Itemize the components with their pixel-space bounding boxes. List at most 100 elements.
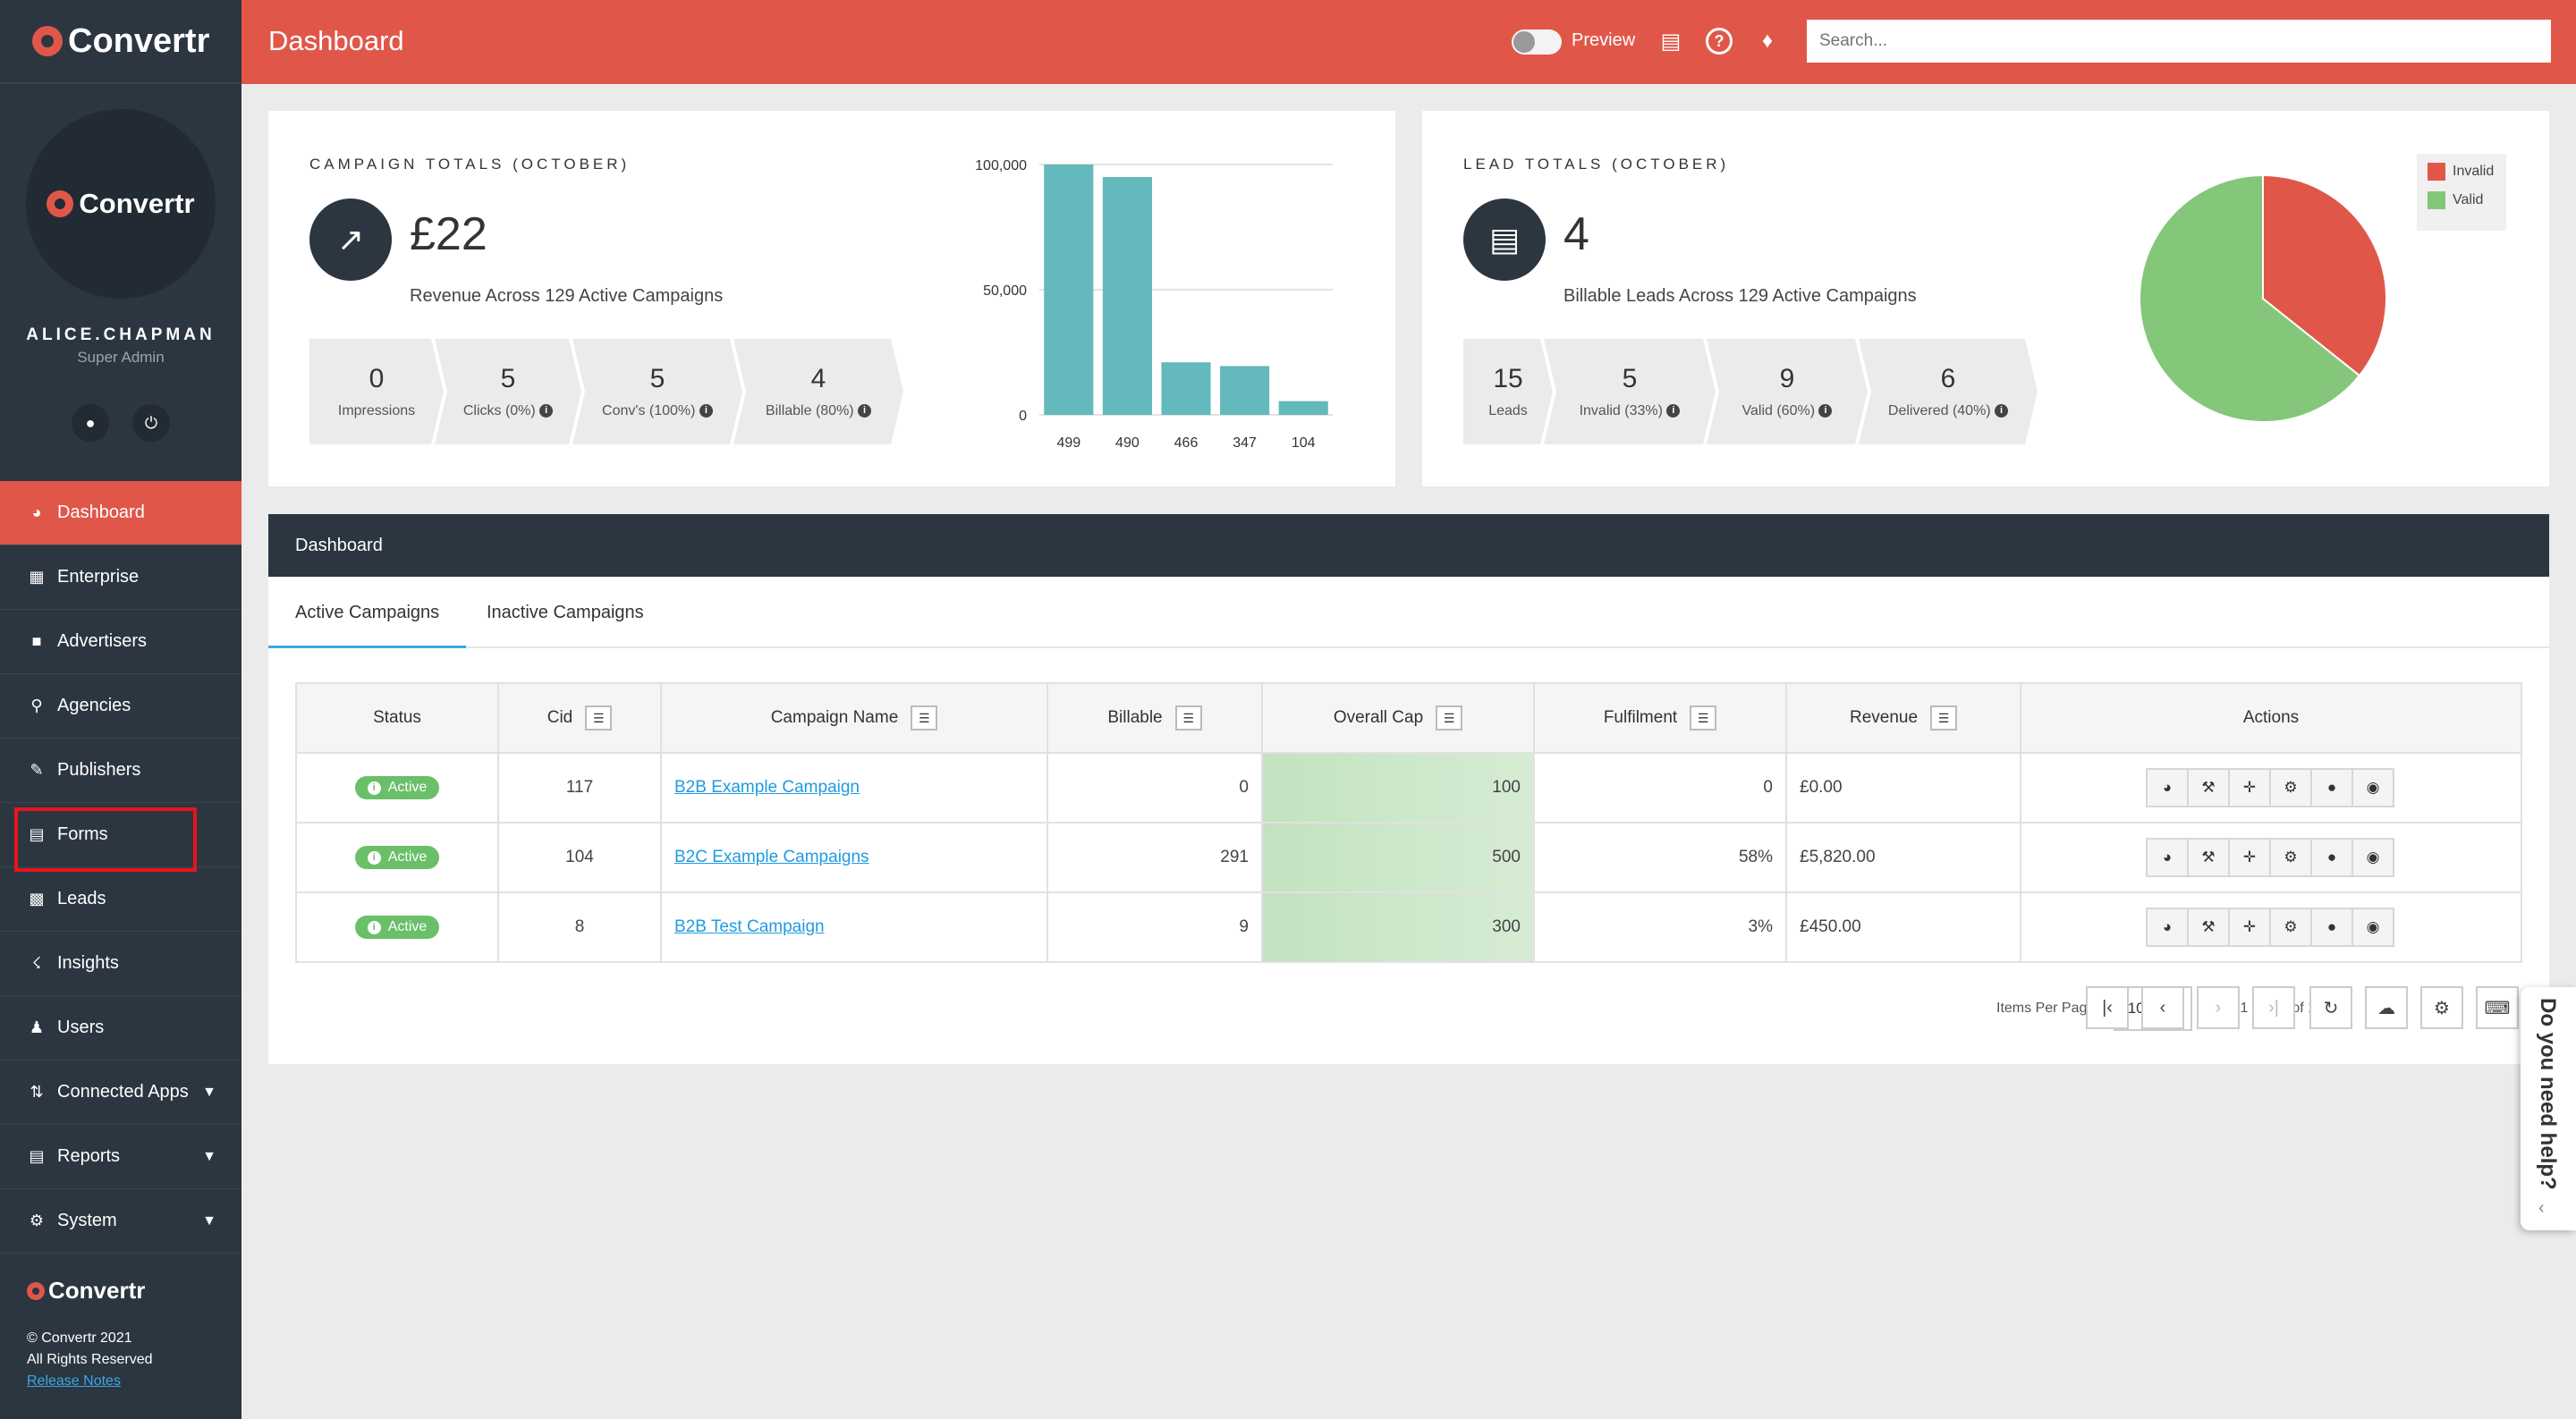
tab-inactive-campaigns[interactable]: Inactive Campaigns <box>460 577 671 648</box>
status-badge: i Active <box>354 846 440 870</box>
campaign-link[interactable]: B2C Example Campaigns <box>674 848 869 866</box>
brand-logo[interactable]: Convertr <box>0 0 242 84</box>
bar[interactable] <box>1044 165 1094 415</box>
sidebar-item-publishers[interactable]: ✎ Publishers <box>0 739 242 803</box>
actions-cell: ◕ ⚒ ✛ ⚙ ● ◉ <box>2020 891 2522 963</box>
filter-icon[interactable]: ☰ <box>1174 705 1202 731</box>
insights-icon: ☇ <box>31 954 42 972</box>
user-role: Super Admin <box>77 349 165 366</box>
tab-active-campaigns[interactable]: Active Campaigns <box>268 577 467 648</box>
filter-icon[interactable]: ☰ <box>1690 705 1717 731</box>
sidebar-item-insights[interactable]: ☇ Insights <box>0 932 242 996</box>
gear-action-button[interactable]: ⚙ <box>2269 908 2312 947</box>
eye-icon: ◉ <box>2366 918 2380 935</box>
bar[interactable] <box>1278 401 1328 415</box>
gear-action-button[interactable]: ⚙ <box>2269 768 2312 807</box>
filter-icon[interactable]: ☰ <box>911 705 938 731</box>
status-cell: i Active <box>295 822 499 893</box>
help-widget[interactable]: Do you need help? ‹ <box>2521 987 2576 1230</box>
campaign-totals-title: CAMPAIGN TOTALS (OCTOBER) <box>309 156 631 173</box>
info-icon[interactable]: i <box>1995 404 2008 418</box>
dashboard-action-button[interactable]: ◕ <box>2146 908 2189 947</box>
user-icon: ● <box>85 413 96 432</box>
info-icon[interactable]: i <box>1666 404 1680 418</box>
info-icon[interactable]: i <box>699 404 713 418</box>
download-button[interactable]: ☁ <box>2365 986 2408 1029</box>
sidebar-item-enterprise[interactable]: ▦ Enterprise <box>0 545 242 610</box>
sidebar-item-connected-apps[interactable]: ⇅ Connected Apps ▼ <box>0 1060 242 1125</box>
refresh-button[interactable]: ↻ <box>2309 986 2352 1029</box>
user-action-button[interactable]: ● <box>2310 908 2353 947</box>
sidebar-item-agencies[interactable]: ⚲ Agencies <box>0 674 242 739</box>
cid-cell: 104 <box>497 822 662 893</box>
document-icon[interactable]: ▤ <box>1657 27 1685 55</box>
last-page-button[interactable]: ›| <box>2252 986 2295 1029</box>
sidebar-item-users[interactable]: ♟ Users <box>0 996 242 1060</box>
preview-toggle[interactable] <box>1512 30 1562 55</box>
wrench-icon: ⚒ <box>2201 849 2216 866</box>
help-button[interactable]: ? <box>1705 27 1733 55</box>
bar[interactable] <box>1220 366 1270 415</box>
first-page-button[interactable]: |‹ <box>2086 986 2129 1029</box>
prev-page-button[interactable]: ‹ <box>2141 986 2184 1029</box>
wrench-action-button[interactable]: ⚒ <box>2187 908 2230 947</box>
info-icon[interactable]: i <box>1818 404 1832 418</box>
campaign-link[interactable]: B2B Example Campaign <box>674 778 860 797</box>
dashboard-action-button[interactable]: ◕ <box>2146 768 2189 807</box>
filter-icon[interactable]: ☰ <box>585 705 613 731</box>
billable-cell: 291 <box>1046 822 1263 893</box>
logout-button[interactable]: ⏻ <box>132 404 170 442</box>
bar[interactable] <box>1161 362 1211 415</box>
lead-stats: 15 Leads 5 Invalid (33%) i 9 Valid (60%) i … <box>1463 339 2029 444</box>
settings-button[interactable]: ⚙ <box>2420 986 2463 1029</box>
gear-action-button[interactable]: ⚙ <box>2269 838 2312 877</box>
filter-icon[interactable]: ☰ <box>1436 705 1463 731</box>
next-page-button[interactable]: › <box>2197 986 2240 1029</box>
chevron-down-icon: ▼ <box>202 1212 216 1229</box>
bell-icon[interactable]: ♦ <box>1753 27 1782 55</box>
filter-icon[interactable]: ☰ <box>1930 705 1958 731</box>
user-action-button[interactable]: ● <box>2310 768 2353 807</box>
info-icon: i <box>367 920 381 934</box>
move-action-button[interactable]: ✛ <box>2228 768 2271 807</box>
dashboard-icon: ◕ <box>2162 779 2173 796</box>
gear-icon: ⚙ <box>29 1212 45 1229</box>
sidebar-item-system[interactable]: ⚙ System ▼ <box>0 1189 242 1254</box>
info-icon[interactable]: i <box>539 404 553 418</box>
wrench-action-button[interactable]: ⚒ <box>2187 838 2230 877</box>
cid-cell: 117 <box>497 752 662 824</box>
campaign-link[interactable]: B2B Test Campaign <box>674 917 825 936</box>
keyboard-button[interactable]: ⌨ <box>2476 986 2519 1029</box>
sidebar: Convertr Convertr ALICE.CHAPMAN Super Ad… <box>0 0 242 1419</box>
reports-icon: ▤ <box>29 1147 45 1165</box>
eye-action-button[interactable]: ◉ <box>2351 838 2394 877</box>
user-action-button[interactable]: ● <box>2310 838 2353 877</box>
dashboard-icon: ◕ <box>2162 849 2173 866</box>
lead-totals-title: LEAD TOTALS (OCTOBER) <box>1463 156 1730 173</box>
eye-action-button[interactable]: ◉ <box>2351 768 2394 807</box>
gear-icon: ⚙ <box>2284 779 2298 796</box>
sidebar-item-reports[interactable]: ▤ Reports ▼ <box>0 1125 242 1189</box>
legend-valid[interactable]: Valid <box>2428 191 2496 209</box>
sidebar-item-advertisers[interactable]: ■ Advertisers <box>0 610 242 674</box>
profile-button[interactable]: ● <box>72 404 109 442</box>
release-notes-link[interactable]: Release Notes <box>27 1373 121 1389</box>
search-input[interactable] <box>1807 20 2551 63</box>
dashboard-action-button[interactable]: ◕ <box>2146 838 2189 877</box>
action-group: ◕ ⚒ ✛ ⚙ ● ◉ <box>2034 838 2508 877</box>
campaign-tabs: Active Campaigns Inactive Campaigns <box>268 577 2549 648</box>
move-icon: ✛ <box>2242 918 2257 935</box>
user-icon: ● <box>2326 849 2337 866</box>
move-action-button[interactable]: ✛ <box>2228 838 2271 877</box>
bar[interactable] <box>1102 177 1152 415</box>
sidebar-item-dashboard[interactable]: ◕ Dashboard <box>0 481 242 545</box>
first-page-icon: |‹ <box>2102 997 2113 1018</box>
fulfilment-cell: 58% <box>1533 822 1787 893</box>
eye-action-button[interactable]: ◉ <box>2351 908 2394 947</box>
sidebar-item-leads[interactable]: ▩ Leads <box>0 867 242 932</box>
move-action-button[interactable]: ✛ <box>2228 908 2271 947</box>
info-icon[interactable]: i <box>858 404 871 418</box>
legend-invalid[interactable]: Invalid <box>2428 163 2496 181</box>
wrench-action-button[interactable]: ⚒ <box>2187 768 2230 807</box>
convertr-logo-icon <box>32 26 63 56</box>
